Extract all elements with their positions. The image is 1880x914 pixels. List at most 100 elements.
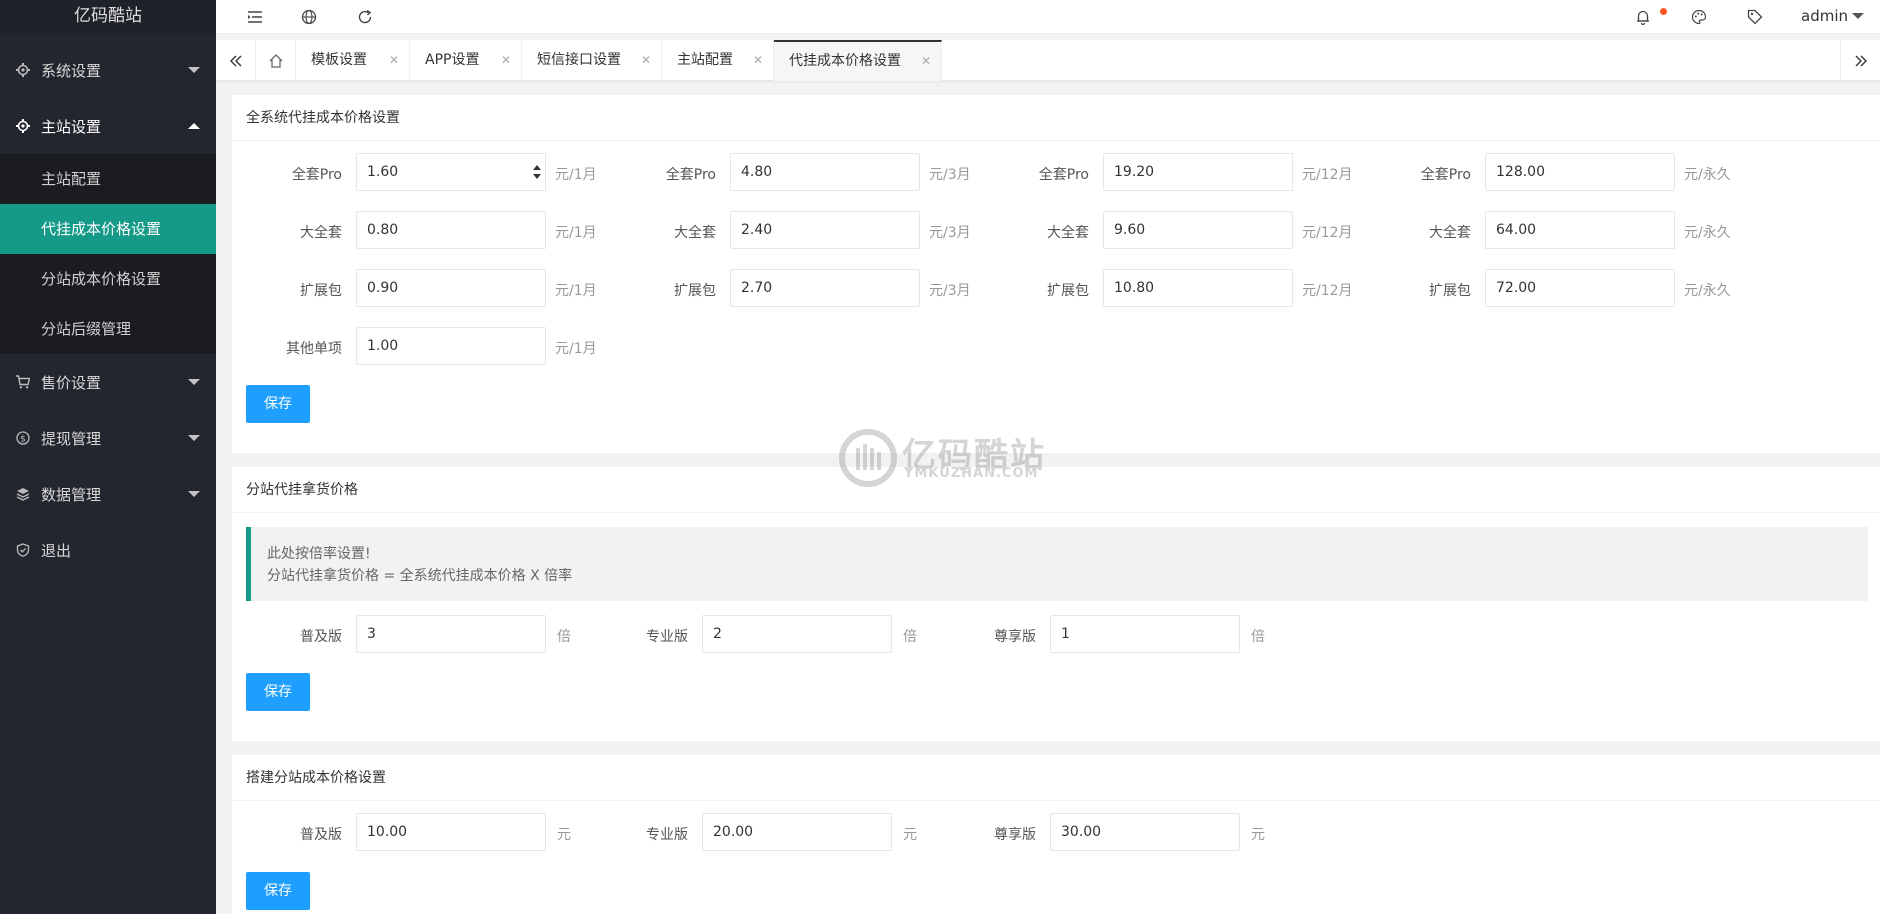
unit-label: 元/1月 — [555, 283, 597, 299]
close-icon[interactable]: ✕ — [641, 40, 651, 80]
number-spinner-icon[interactable] — [533, 165, 541, 179]
full-1month-input[interactable] — [356, 211, 546, 249]
menu-toggle-icon[interactable] — [246, 8, 264, 26]
bell-icon[interactable] — [1634, 8, 1652, 26]
watermark-logo-icon — [839, 429, 897, 487]
vip-rate-input[interactable] — [1050, 615, 1240, 653]
unit-label: 元/永久 — [1684, 283, 1731, 299]
field-label: 全套Pro — [665, 167, 716, 183]
tab-template-settings[interactable]: 模板设置 ✕ — [296, 40, 410, 81]
card-title: 搭建分站成本价格设置 — [232, 755, 1880, 801]
branch-price-card: 分站代挂拿货价格 此处按倍率设置! 分站代挂拿货价格 = 全系统代挂成本价格 X… — [232, 467, 1880, 741]
save-button[interactable]: 保存 — [246, 673, 310, 711]
pro-12month-input[interactable] — [1103, 153, 1293, 191]
chevron-up-icon — [188, 123, 200, 129]
field-label: 尊享版 — [994, 629, 1036, 645]
chevron-down-icon — [188, 491, 200, 497]
unit-label: 元/3月 — [929, 225, 971, 241]
field-label: 专业版 — [646, 629, 688, 645]
unit-label: 元/12月 — [1302, 283, 1353, 299]
field-label: 尊享版 — [994, 827, 1036, 843]
tab-app-settings[interactable]: APP设置 ✕ — [410, 40, 522, 81]
sidebar-submenu: 主站配置 代挂成本价格设置 分站成本价格设置 分站后缀管理 — [0, 154, 216, 354]
sidebar-item-withdraw[interactable]: $ 提现管理 — [0, 410, 216, 466]
sidebar-item-data[interactable]: 数据管理 — [0, 466, 216, 522]
unit-label: 倍 — [903, 629, 917, 645]
unit-label: 元/1月 — [555, 341, 597, 357]
full-3month-input[interactable] — [730, 211, 920, 249]
field-label: 普及版 — [300, 629, 342, 645]
refresh-icon[interactable] — [356, 8, 374, 26]
tab-proxy-cost[interactable]: 代挂成本价格设置 ✕ — [774, 40, 942, 81]
tab-main-config[interactable]: 主站配置 ✕ — [662, 40, 774, 81]
tag-icon[interactable] — [1746, 8, 1764, 26]
watermark-subtext: YMKUZHAN.COM — [904, 466, 1039, 481]
ext-1month-input[interactable] — [356, 269, 546, 307]
tabs-scroll-right-icon[interactable] — [1840, 40, 1880, 81]
sidebar-item-main-settings[interactable]: 主站设置 — [0, 98, 216, 154]
sidebar-subitem-branch-suffix[interactable]: 分站后缀管理 — [0, 304, 216, 354]
sidebar-item-system-settings[interactable]: 系统设置 — [0, 42, 216, 98]
shield-icon — [15, 542, 31, 558]
note-box: 此处按倍率设置! 分站代挂拿货价格 = 全系统代挂成本价格 X 倍率 — [246, 527, 1868, 601]
sidebar-subitem-main-config[interactable]: 主站配置 — [0, 154, 216, 204]
close-icon[interactable]: ✕ — [921, 42, 931, 80]
pro-rate-input[interactable] — [702, 615, 892, 653]
close-icon[interactable]: ✕ — [389, 40, 399, 80]
user-menu[interactable]: admin — [1801, 7, 1848, 25]
app-logo: 亿码酷站 — [0, 0, 216, 34]
field-label: 扩展包 — [300, 283, 342, 299]
sidebar-subitem-proxy-cost[interactable]: 代挂成本价格设置 — [0, 204, 216, 254]
pro-cost-input[interactable] — [702, 813, 892, 851]
proxy-cost-card: 全系统代挂成本价格设置 全套Pro 元/1月 全套Pro 元/3月 全套Pro … — [232, 95, 1880, 453]
field-label: 全套Pro — [291, 167, 342, 183]
sidebar-item-label: 数据管理 — [41, 485, 102, 504]
unit-label: 元/3月 — [929, 283, 971, 299]
chevron-down-icon — [1852, 13, 1864, 19]
full-12month-input[interactable] — [1103, 211, 1293, 249]
basic-rate-input[interactable] — [356, 615, 546, 653]
tab-label: 模板设置 — [311, 52, 367, 68]
palette-icon[interactable] — [1690, 8, 1708, 26]
tab-sms-settings[interactable]: 短信接口设置 ✕ — [522, 40, 662, 81]
globe-icon[interactable] — [300, 8, 318, 26]
tabs-scroll-left-icon[interactable] — [216, 40, 256, 81]
ext-forever-input[interactable] — [1485, 269, 1675, 307]
field-label: 专业版 — [646, 827, 688, 843]
field-label: 大全套 — [300, 225, 342, 241]
sidebar-item-price-settings[interactable]: 售价设置 — [0, 354, 216, 410]
unit-label: 倍 — [557, 629, 571, 645]
sidebar-item-label: 提现管理 — [41, 429, 102, 448]
tab-label: 代挂成本价格设置 — [789, 53, 901, 69]
sidebar: 亿码酷站 系统设置 主站设置 主站配置 代挂成本价格设置 分站成本价格设置 分站… — [0, 0, 216, 914]
sidebar-item-label: 主站设置 — [41, 117, 102, 136]
vip-cost-input[interactable] — [1050, 813, 1240, 851]
tab-label: APP设置 — [425, 52, 480, 68]
ext-3month-input[interactable] — [730, 269, 920, 307]
cart-icon — [15, 374, 31, 390]
basic-cost-input[interactable] — [356, 813, 546, 851]
sidebar-item-label: 退出 — [41, 541, 72, 560]
pro-forever-input[interactable] — [1485, 153, 1675, 191]
dollar-icon: $ — [15, 430, 31, 446]
pro-3month-input[interactable] — [730, 153, 920, 191]
pro-1month-input[interactable] — [356, 153, 546, 191]
other-1month-input[interactable] — [356, 327, 546, 365]
note-line: 分站代挂拿货价格 = 全系统代挂成本价格 X 倍率 — [267, 568, 573, 584]
sidebar-subitem-branch-cost[interactable]: 分站成本价格设置 — [0, 254, 216, 304]
field-label: 大全套 — [1047, 225, 1089, 241]
sidebar-item-logout[interactable]: 退出 — [0, 522, 216, 578]
full-forever-input[interactable] — [1485, 211, 1675, 249]
ext-12month-input[interactable] — [1103, 269, 1293, 307]
chevron-down-icon — [188, 435, 200, 441]
close-icon[interactable]: ✕ — [501, 40, 511, 80]
close-icon[interactable]: ✕ — [753, 40, 763, 80]
save-button[interactable]: 保存 — [246, 385, 310, 423]
field-label: 大全套 — [1429, 225, 1471, 241]
unit-label: 元 — [1251, 827, 1265, 843]
home-tab-icon[interactable] — [256, 40, 296, 81]
save-button[interactable]: 保存 — [246, 872, 310, 910]
unit-label: 元/12月 — [1302, 225, 1353, 241]
unit-label: 元/永久 — [1684, 225, 1731, 241]
tab-label: 短信接口设置 — [537, 52, 621, 68]
